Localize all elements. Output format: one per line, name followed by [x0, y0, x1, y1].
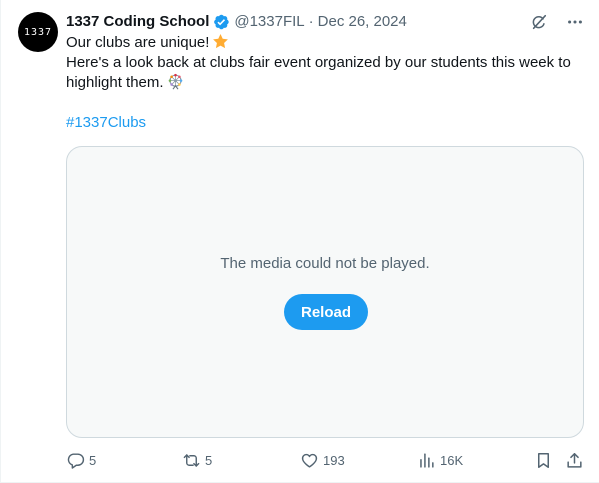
bookmark-action[interactable]	[534, 450, 553, 470]
view-count: 16K	[440, 452, 464, 468]
grok-icon[interactable]	[529, 12, 549, 32]
hashtag-link[interactable]: #1337Clubs	[66, 114, 146, 131]
tweet-text: Our clubs are unique! Here's a look back…	[66, 33, 591, 133]
author-handle[interactable]: @1337FIL	[234, 12, 304, 32]
tweet-line-3: highlight them.	[66, 73, 591, 93]
share-icon	[567, 452, 582, 468]
reply-action[interactable]: 5	[66, 450, 96, 470]
avatar[interactable]: 1337	[18, 12, 58, 52]
repost-count: 5	[205, 452, 213, 468]
star-emoji	[213, 34, 229, 49]
like-action[interactable]: 193	[300, 450, 345, 470]
tweet-header: 1337 Coding School @1337FIL · Dec 26, 20…	[66, 12, 585, 32]
reload-button[interactable]: Reload	[284, 294, 368, 330]
tweet-text-line-1: Our clubs are unique!	[66, 34, 210, 51]
heart-icon	[301, 453, 318, 468]
tweet-text-line-3: highlight them.	[66, 74, 164, 91]
avatar-logo-text: 1337	[23, 26, 53, 38]
more-options-icon[interactable]	[565, 12, 585, 32]
bookmark-icon	[537, 452, 550, 468]
tweet-line-1: Our clubs are unique!	[66, 33, 591, 53]
views-action[interactable]: 16K	[417, 450, 463, 470]
media-error-message: The media could not be played.	[220, 255, 430, 272]
tweet-card[interactable]: 1337 1337 Coding School @1337FIL · Dec 2…	[0, 0, 599, 483]
action-bar: 5 5 193 16K	[66, 450, 588, 470]
tweet-date[interactable]: Dec 26, 2024	[318, 12, 407, 32]
reply-icon	[67, 452, 85, 469]
share-action[interactable]	[565, 450, 584, 470]
verified-badge-icon[interactable]	[212, 13, 230, 31]
tweet-text-line-2: Here's a look back at clubs fair event o…	[66, 54, 571, 71]
analytics-icon	[420, 452, 434, 468]
repost-icon	[183, 453, 200, 467]
reply-count: 5	[89, 452, 97, 468]
media-player[interactable]: The media could not be played. Reload	[66, 146, 584, 438]
author-name[interactable]: 1337 Coding School	[66, 12, 209, 32]
ferris-wheel-emoji	[168, 73, 182, 90]
header-actions	[529, 12, 585, 32]
like-count: 193	[323, 452, 345, 468]
repost-action[interactable]: 5	[182, 450, 212, 470]
hashtag-line: #1337Clubs	[66, 113, 591, 133]
header-separator: ·	[308, 13, 314, 30]
